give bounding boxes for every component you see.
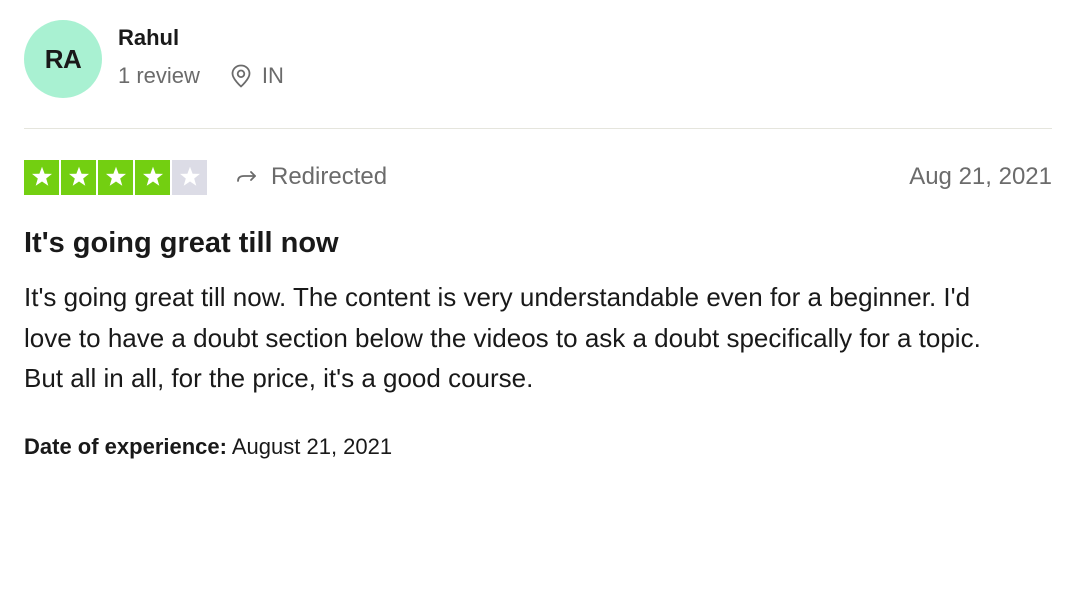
reviewer-name[interactable]: Rahul — [118, 25, 284, 51]
reviewer-header: RA Rahul 1 review IN — [24, 20, 1052, 100]
divider — [24, 128, 1052, 129]
reviewer-info: Rahul 1 review IN — [118, 20, 284, 89]
star-3 — [98, 159, 133, 195]
star-rating — [24, 159, 207, 195]
reviewer-location: IN — [230, 63, 284, 89]
redirected-badge[interactable]: Redirected — [235, 163, 387, 191]
rating-row: Redirected Aug 21, 2021 — [24, 159, 1052, 195]
star-2 — [61, 159, 96, 195]
star-icon — [142, 166, 163, 186]
reviewer-country: IN — [261, 63, 284, 88]
reviewer-meta: 1 review IN — [118, 63, 284, 89]
review-body: It's going great till now. The content i… — [24, 282, 981, 393]
star-4 — [135, 159, 170, 195]
star-icon — [31, 166, 52, 186]
redirect-arrow-icon — [237, 171, 256, 182]
star-5 — [172, 159, 207, 195]
experience-label: Date of experience: — [24, 434, 227, 459]
experience-date: August 21, 2021 — [231, 434, 393, 459]
review-date: Aug 21, 2021 — [909, 163, 1052, 190]
redirected-label: Redirected — [271, 163, 388, 190]
review-count: 1 review — [118, 63, 200, 88]
avatar[interactable]: RA — [24, 20, 102, 98]
star-icon — [179, 166, 200, 186]
star-icon — [105, 166, 126, 186]
review-card: RA Rahul 1 review IN Redirected Aug 21, … — [24, 20, 1052, 459]
star-icon — [68, 166, 89, 186]
location-pin-icon — [231, 64, 251, 88]
date-of-experience: Date of experience: August 21, 2021 — [24, 432, 392, 462]
star-1 — [24, 159, 59, 195]
review-title[interactable]: It's going great till now — [24, 225, 339, 261]
